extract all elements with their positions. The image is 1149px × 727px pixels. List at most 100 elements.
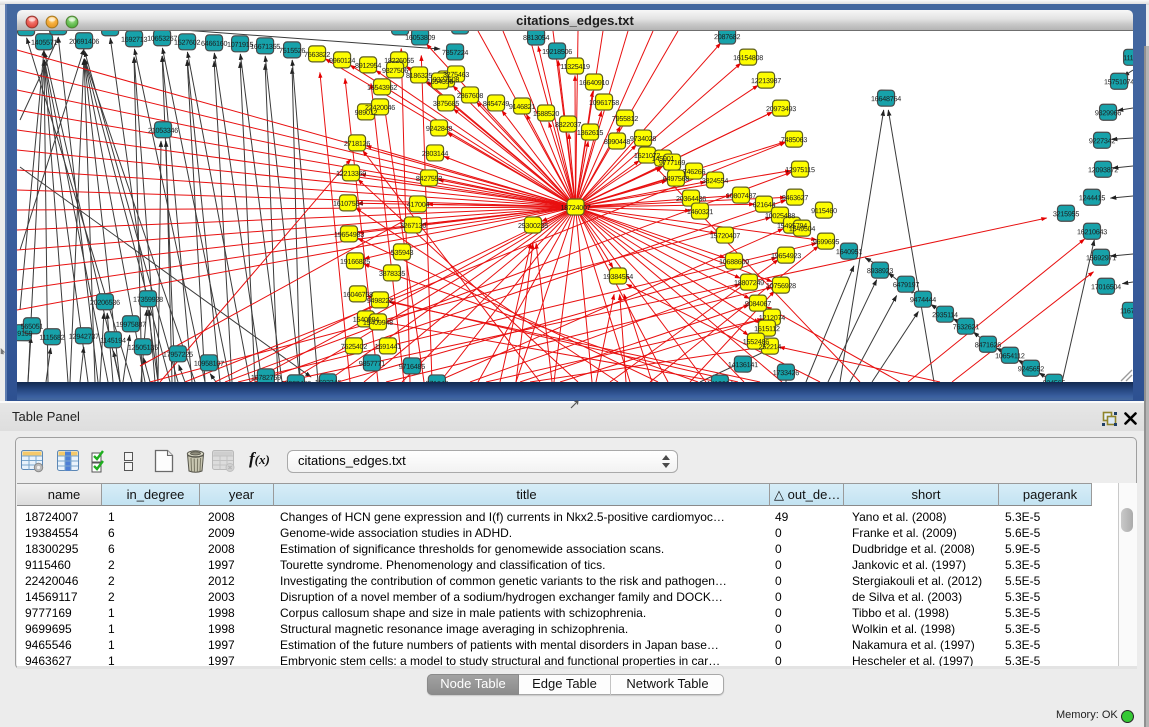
svg-text:940557: 940557 [47,31,70,32]
svg-text:16782759: 16782759 [251,373,281,382]
svg-text:9242848: 9242848 [426,124,452,133]
svg-text:15692971: 15692971 [1086,253,1116,262]
svg-text:18807249: 18807249 [734,278,764,287]
svg-text:17359928: 17359928 [133,295,163,304]
svg-text:15409948: 15409948 [363,318,393,327]
svg-text:1588520: 1588520 [533,109,559,118]
svg-text:10025488: 10025488 [765,211,795,220]
svg-text:8427552: 8427552 [416,174,442,183]
svg-text:1212074: 1212074 [759,313,785,322]
svg-text:8912954: 8912954 [355,61,381,70]
svg-text:1145194: 1145194 [100,336,126,345]
svg-text:10688609: 10688609 [719,257,749,266]
svg-text:1654396: 1654396 [427,77,453,86]
svg-text:10958107: 10958107 [194,359,224,368]
svg-text:3824554: 3824554 [702,176,728,185]
svg-text:9960124: 9960124 [329,56,355,65]
svg-text:10807487: 10807487 [726,191,756,200]
svg-text:9857771: 9857771 [359,359,385,368]
svg-text:16648764: 16648764 [871,94,901,103]
svg-text:17016504: 17016504 [1091,282,1121,291]
svg-text:8990448: 8990448 [604,137,630,146]
svg-text:19218506: 19218506 [542,47,572,56]
svg-text:16671355: 16671355 [250,42,280,51]
svg-text:2803144: 2803144 [422,149,448,158]
svg-text:16053809: 16053809 [405,33,435,42]
svg-text:12213987: 12213987 [751,76,781,85]
svg-text:1061141: 1061141 [17,31,39,33]
svg-text:1552486: 1552486 [743,337,769,346]
svg-text:18226055: 18226055 [384,56,414,65]
svg-text:20206536: 20206536 [90,298,120,307]
svg-text:19654923: 19654923 [771,251,801,260]
svg-text:417004: 417004 [407,200,430,209]
svg-text:1692346: 1692346 [315,378,341,382]
svg-text:116753: 116753 [1120,306,1133,315]
svg-text:16640910: 16640910 [579,78,609,87]
svg-text:25300235: 25300235 [518,221,548,230]
svg-text:16210643: 16210643 [1077,227,1107,236]
svg-text:9734028: 9734028 [630,134,656,143]
svg-text:535943: 535943 [391,248,414,257]
svg-text:9329966: 9329966 [1095,108,1121,117]
svg-text:16107554: 16107554 [333,199,363,208]
svg-text:12942737: 12942737 [69,332,99,341]
svg-text:9227342: 9227342 [1089,136,1115,145]
svg-text:1244415: 1244415 [1079,193,1105,202]
svg-text:11171: 11171 [1123,53,1133,62]
svg-text:7515526: 7515526 [279,46,305,55]
svg-text:20691406: 20691406 [69,37,99,46]
svg-text:1605380: 1605380 [387,31,413,32]
svg-text:10756928: 10756928 [766,281,796,290]
svg-text:2718126: 2718126 [344,139,370,148]
svg-text:565051: 565051 [21,322,44,331]
svg-text:17957225: 17957225 [163,350,193,359]
svg-text:7663822: 7663822 [304,50,330,59]
svg-text:2867608: 2867608 [457,91,483,100]
svg-text:8938923: 8938923 [867,266,893,275]
svg-text:1405571: 1405571 [31,38,57,47]
svg-text:3215955: 3215955 [1053,209,1079,218]
svg-text:8454749: 8454749 [483,99,509,108]
svg-text:1692727: 1692727 [97,31,123,33]
svg-text:9463627: 9463627 [782,193,808,202]
svg-text:9327506: 9327506 [382,66,408,75]
svg-text:6479197: 6479197 [893,280,919,289]
svg-text:1640951: 1640951 [836,247,862,256]
svg-text:9498222: 9498222 [367,296,393,305]
svg-text:7857224: 7857224 [442,48,468,57]
svg-text:9146821: 9146821 [509,102,535,111]
svg-text:18724007: 18724007 [561,203,591,212]
svg-text:9245652: 9245652 [1018,364,1044,373]
svg-text:12923468: 12923468 [281,379,311,382]
svg-text:19166825: 19166825 [340,257,370,266]
svg-text:9699695: 9699695 [813,237,839,246]
svg-text:1362615: 1362615 [577,128,603,137]
svg-text:12213369: 12213369 [336,169,366,178]
svg-text:16154808: 16154808 [733,53,763,62]
svg-text:8813054: 8813054 [523,33,549,42]
svg-text:1527602: 1527602 [174,38,200,47]
svg-text:10961758: 10961758 [589,98,619,107]
svg-text:19654983: 19654983 [334,230,364,239]
svg-text:9084067: 9084067 [745,299,771,308]
svg-text:1615112: 1615112 [754,324,780,333]
svg-text:1413614: 1413614 [707,379,733,382]
svg-text:10653267: 10653267 [147,34,177,43]
svg-text:12975115: 12975115 [785,165,815,174]
svg-text:924565: 924565 [1043,378,1066,382]
svg-text:12093872: 12093872 [1088,165,1118,174]
svg-text:7955812: 7955812 [612,114,638,123]
svg-text:1460321: 1460321 [687,207,713,216]
svg-text:1692713: 1692713 [121,35,147,44]
svg-text:1733426: 1733426 [773,368,799,377]
svg-text:7485063: 7485063 [781,135,807,144]
svg-text:2935114: 2935114 [932,310,958,319]
svg-text:16543962: 16543962 [367,83,397,92]
svg-text:1115682: 1115682 [39,333,64,342]
svg-text:10654112: 10654112 [995,351,1025,360]
svg-text:20973493: 20973493 [766,104,796,113]
svg-text:7625402: 7625402 [341,342,367,351]
svg-text:15751074: 15751074 [1104,77,1133,86]
svg-text:3878335: 3878335 [379,269,405,278]
